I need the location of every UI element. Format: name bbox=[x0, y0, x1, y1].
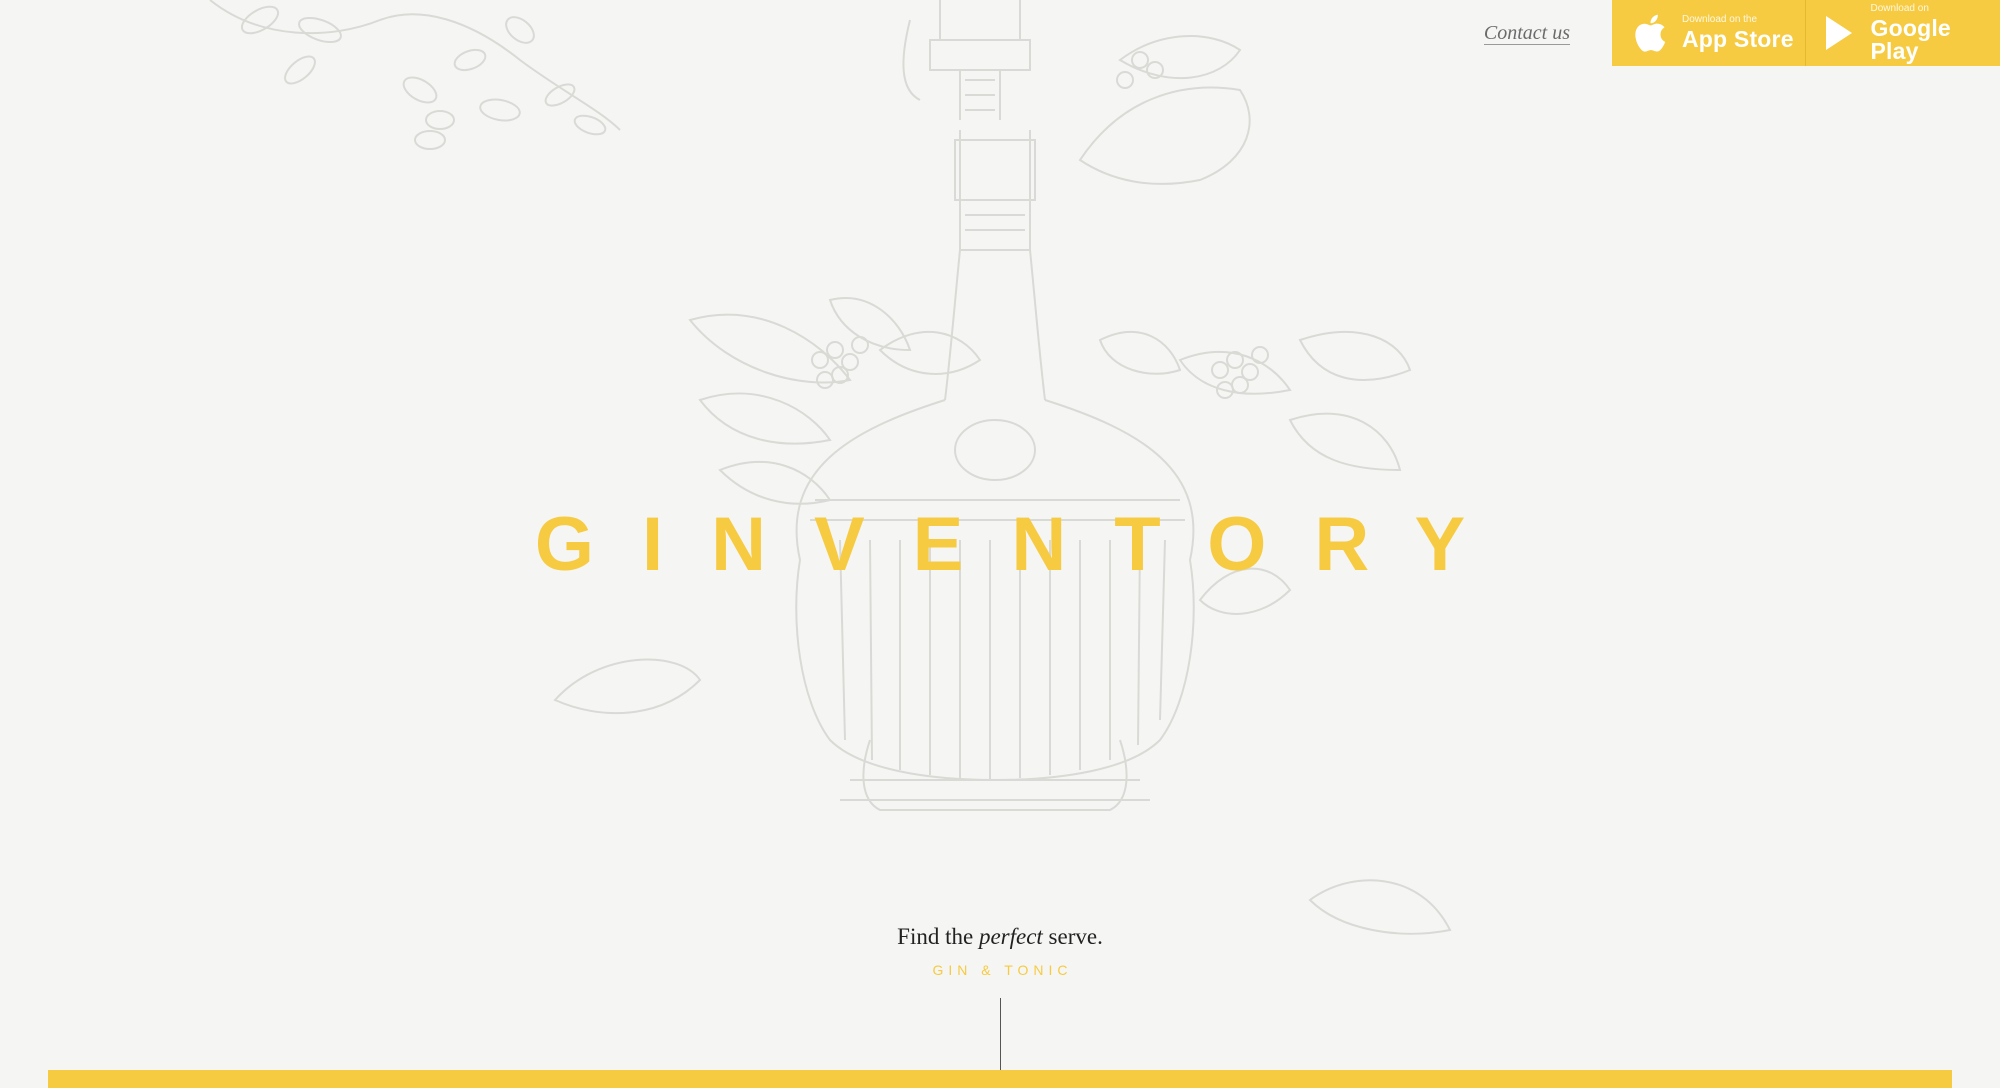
bottom-accent-bar bbox=[48, 1070, 1952, 1088]
app-store-small-label: Download on the bbox=[1682, 14, 1758, 25]
contact-link[interactable]: Contact us bbox=[1483, 23, 1570, 45]
app-store-button[interactable]: Download on the App Store bbox=[1612, 0, 1806, 66]
tagline-pre: Find the bbox=[897, 924, 979, 949]
play-icon bbox=[1822, 12, 1857, 54]
apple-icon bbox=[1632, 12, 1668, 54]
scroll-indicator-line bbox=[1000, 998, 1001, 1070]
landing-page: Contact us Download on the App Store Dow… bbox=[0, 0, 2000, 1088]
tagline-emphasis: perfect bbox=[978, 924, 1043, 949]
top-nav: Contact us Download on the App Store Dow… bbox=[1483, 0, 2000, 66]
brand-title: GINVENTORY bbox=[534, 502, 1514, 587]
app-store-label: App Store bbox=[1682, 26, 1794, 52]
tagline: Find the perfect serve. bbox=[0, 924, 2000, 950]
google-play-label: Google Play bbox=[1870, 14, 1951, 64]
google-play-button[interactable]: Download on Google Play bbox=[1806, 0, 2000, 66]
google-play-small-label: Download on bbox=[1870, 2, 1929, 14]
subtag: GIN & TONIC bbox=[932, 962, 1073, 978]
tagline-post: serve. bbox=[1042, 924, 1103, 949]
